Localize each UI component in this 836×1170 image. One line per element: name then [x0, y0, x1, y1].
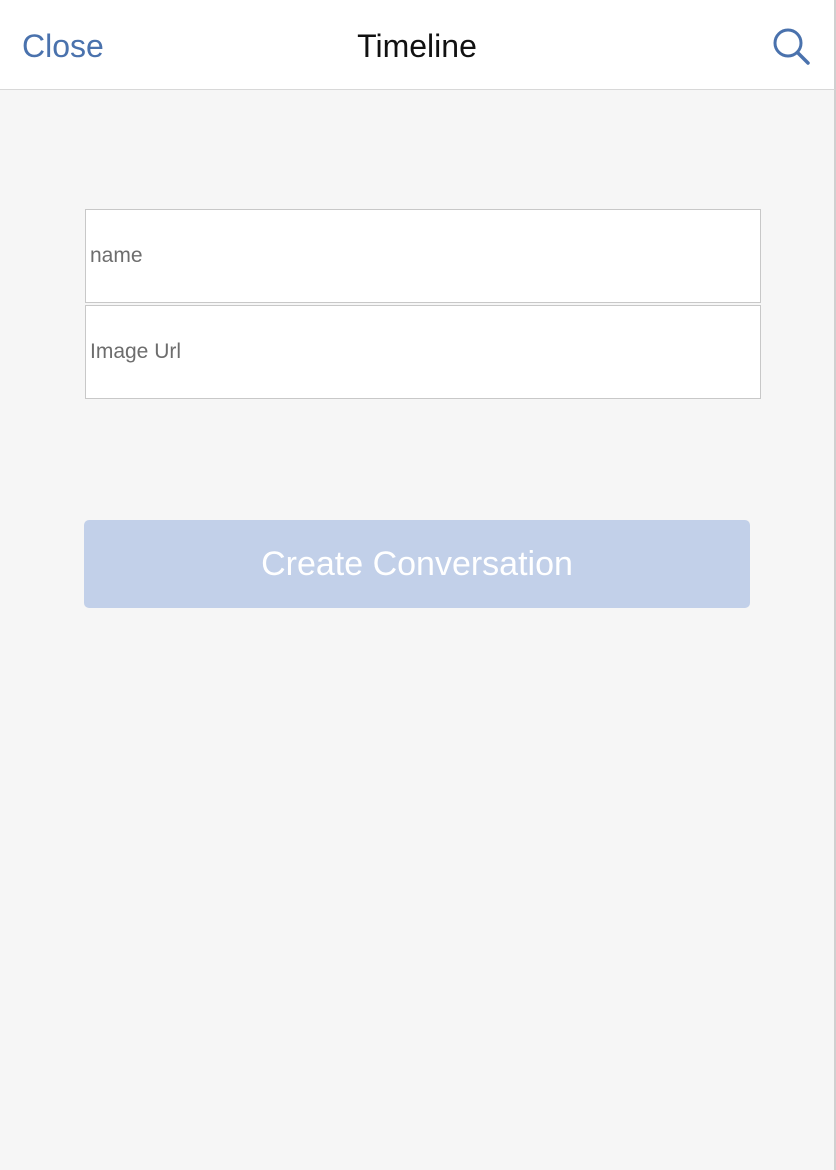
navigation-bar: Close Timeline: [0, 0, 836, 90]
create-conversation-button[interactable]: Create Conversation: [84, 520, 750, 608]
image-url-input[interactable]: [86, 306, 760, 398]
image-url-field-wrapper: [85, 305, 761, 399]
name-field-wrapper: [85, 209, 761, 303]
page-title: Timeline: [357, 28, 477, 64]
form-container: Create Conversation: [0, 90, 836, 1170]
name-input[interactable]: [86, 210, 760, 302]
search-icon: [773, 28, 810, 65]
search-button[interactable]: [770, 25, 814, 69]
